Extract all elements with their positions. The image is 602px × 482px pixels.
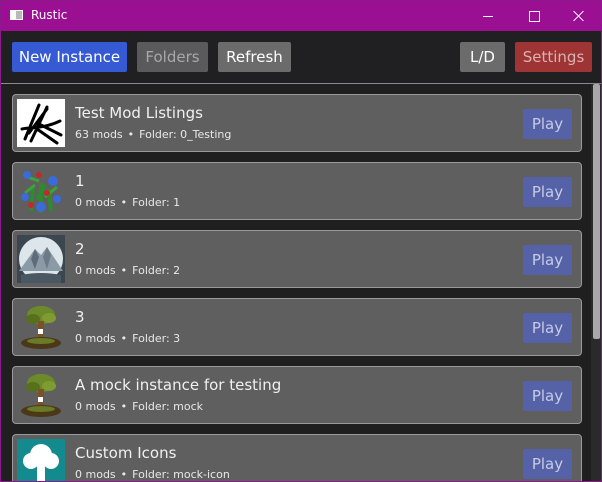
- instance-card: Custom Icons 0 mods • Folder: mock-icon Pl…: [12, 434, 582, 481]
- instance-folder: Folder: mock: [132, 400, 204, 413]
- tree-icon: [17, 303, 65, 351]
- instance-name: 2: [75, 240, 85, 258]
- instance-name: A mock instance for testing: [75, 376, 282, 394]
- minimize-button[interactable]: [465, 1, 511, 31]
- tree-icon: [17, 371, 65, 419]
- mod-count: 63 mods: [75, 128, 123, 141]
- app-window-icon: [10, 10, 23, 20]
- instance-name: 1: [75, 172, 85, 190]
- instance-list[interactable]: Test Mod Listings 63 mods • Folder: 0_Test…: [1, 84, 590, 481]
- maximize-icon: [528, 10, 540, 22]
- instance-name: 3: [75, 308, 85, 326]
- meta-separator: •: [120, 468, 128, 481]
- meta-separator: •: [120, 400, 128, 413]
- play-button[interactable]: Play: [523, 245, 572, 275]
- instance-folder: Folder: mock-icon: [132, 468, 230, 481]
- mod-count: 0 mods: [75, 400, 116, 413]
- scrollbar[interactable]: [591, 84, 601, 481]
- instance-card: A mock instance for testing 0 mods • Folde…: [12, 366, 582, 424]
- instance-folder: Folder: 2: [132, 264, 181, 277]
- flowers-icon: [17, 167, 65, 215]
- folders-button[interactable]: Folders: [137, 42, 208, 72]
- meta-separator: •: [120, 264, 128, 277]
- instance-card: 1 0 mods • Folder: 1 Play: [12, 162, 582, 220]
- play-button[interactable]: Play: [523, 109, 572, 139]
- instance-meta: 0 mods • Folder: mock-icon: [75, 468, 230, 481]
- scribble-logo-icon: [17, 99, 65, 147]
- title-bar: Rustic: [1, 1, 601, 31]
- meta-separator: •: [120, 196, 128, 209]
- instance-meta: 0 mods • Folder: 1: [75, 196, 180, 209]
- play-button[interactable]: Play: [523, 313, 572, 343]
- mod-count: 0 mods: [75, 468, 116, 481]
- mod-count: 0 mods: [75, 196, 116, 209]
- play-button[interactable]: Play: [523, 381, 572, 411]
- instance-name: Custom Icons: [75, 444, 177, 462]
- app-window: Rustic New Instance Folders Refresh L/D …: [0, 0, 602, 482]
- window-title: Rustic: [31, 8, 68, 22]
- scrollbar-thumb[interactable]: [593, 84, 600, 339]
- toolbar: New Instance Folders Refresh L/D Setting…: [1, 31, 601, 84]
- instance-meta: 0 mods • Folder: 3: [75, 332, 180, 345]
- instance-meta: 0 mods • Folder: mock: [75, 400, 203, 413]
- light-dark-toggle-button[interactable]: L/D: [460, 42, 505, 72]
- instance-meta: 0 mods • Folder: 2: [75, 264, 180, 277]
- play-button[interactable]: Play: [523, 177, 572, 207]
- instance-folder: Folder: 1: [132, 196, 181, 209]
- minimize-icon: [483, 15, 493, 17]
- meta-separator: •: [120, 332, 128, 345]
- settings-button[interactable]: Settings: [515, 42, 592, 72]
- instance-folder: Folder: 0_Testing: [139, 128, 232, 141]
- play-button[interactable]: Play: [523, 449, 572, 479]
- close-button[interactable]: [556, 1, 601, 31]
- meta-separator: •: [127, 128, 135, 141]
- refresh-button[interactable]: Refresh: [218, 42, 291, 72]
- instance-card: Test Mod Listings 63 mods • Folder: 0_Test…: [12, 94, 582, 152]
- cloud-tree-icon: [17, 439, 65, 481]
- close-icon: [573, 10, 585, 22]
- new-instance-button[interactable]: New Instance: [12, 42, 127, 72]
- instance-meta: 63 mods • Folder: 0_Testing: [75, 128, 231, 141]
- instance-card: 2 0 mods • Folder: 2 Play: [12, 230, 582, 288]
- instance-folder: Folder: 3: [132, 332, 181, 345]
- instance-name: Test Mod Listings: [75, 104, 203, 122]
- mountain-icon: [17, 235, 65, 283]
- maximize-button[interactable]: [511, 1, 557, 31]
- mod-count: 0 mods: [75, 332, 116, 345]
- instance-card: 3 0 mods • Folder: 3 Play: [12, 298, 582, 356]
- mod-count: 0 mods: [75, 264, 116, 277]
